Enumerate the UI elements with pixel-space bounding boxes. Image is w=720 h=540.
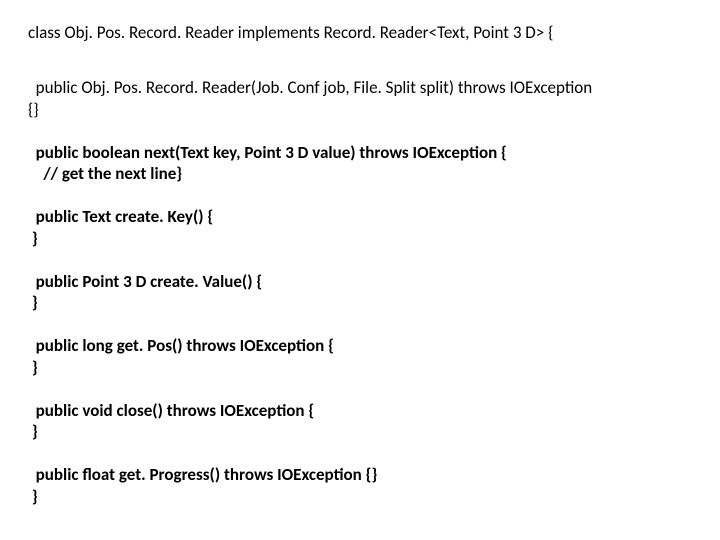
code-line: } xyxy=(28,228,692,249)
code-line: public long get. Pos() throws IOExceptio… xyxy=(28,335,692,356)
code-line: } xyxy=(28,486,692,507)
code-line: public Point 3 D create. Value() { xyxy=(28,271,692,292)
code-line: } xyxy=(28,421,692,442)
blank-line xyxy=(28,378,692,400)
code-line: public boolean next(Text key, Point 3 D … xyxy=(28,142,692,163)
blank-line xyxy=(28,184,692,206)
blank-line xyxy=(28,120,692,142)
blank-line xyxy=(28,313,692,335)
code-line: // get the next line} xyxy=(28,163,692,184)
code-slide: class Obj. Pos. Record. Reader implement… xyxy=(0,0,720,529)
blank-line xyxy=(28,249,692,271)
code-line: {} xyxy=(28,99,692,120)
code-line: public Text create. Key() { xyxy=(28,206,692,227)
blank-line xyxy=(28,442,692,464)
code-line: class Obj. Pos. Record. Reader implement… xyxy=(28,22,692,43)
blank-line xyxy=(28,43,692,77)
code-line: } xyxy=(28,357,692,378)
code-line: public float get. Progress() throws IOEx… xyxy=(28,464,692,485)
code-line: public void close() throws IOException { xyxy=(28,400,692,421)
code-line: } xyxy=(28,292,692,313)
code-line: public Obj. Pos. Record. Reader(Job. Con… xyxy=(28,77,692,98)
